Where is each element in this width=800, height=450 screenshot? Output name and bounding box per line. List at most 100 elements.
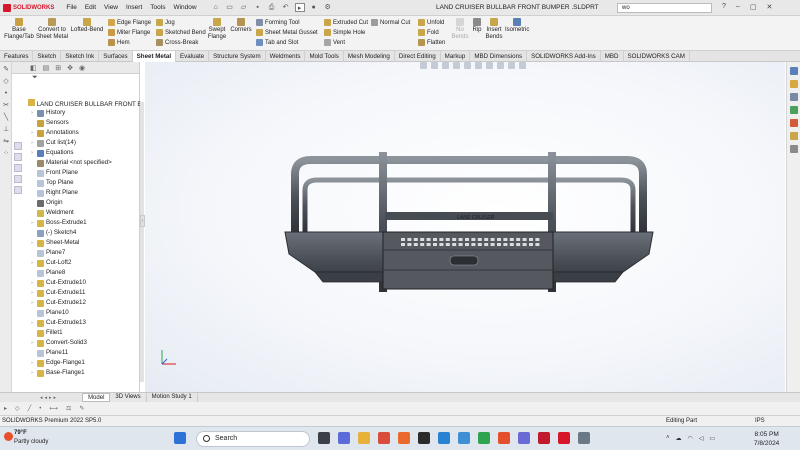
tree-node[interactable]: › Convert-Solid3 xyxy=(29,338,139,348)
view-palette-icon[interactable] xyxy=(790,106,798,114)
tab-structure-system[interactable]: Structure System xyxy=(209,51,266,62)
tree-node[interactable]: › Boss-Extrude1 xyxy=(29,218,139,228)
part-root-node[interactable]: LAND CRUISER BULLBAR FRONT B xyxy=(28,99,142,108)
design-library-icon[interactable] xyxy=(790,80,798,88)
weather-icon[interactable] xyxy=(4,432,13,441)
cloud-icon[interactable]: ☁ xyxy=(676,435,682,442)
orient-icon[interactable] xyxy=(14,142,22,150)
extruded-cut-button[interactable]: Extruded Cut xyxy=(324,19,368,26)
windows-start-icon[interactable] xyxy=(174,432,186,444)
mirror-icon[interactable]: ⇋ xyxy=(2,138,10,146)
previous-view-icon[interactable] xyxy=(442,62,449,69)
expand-arrow-icon[interactable]: › xyxy=(29,298,35,308)
configuration-manager-icon[interactable]: ⊞ xyxy=(55,64,61,72)
filter-icon[interactable]: ⏷ xyxy=(12,74,139,84)
filter-vertices-icon[interactable]: • xyxy=(39,406,41,412)
solidworks-taskbar-icon[interactable] xyxy=(558,432,570,444)
tree-node[interactable]: › Sheet-Metal xyxy=(29,238,139,248)
pattern-icon[interactable]: ⁘ xyxy=(2,150,10,158)
forming-tool-button[interactable]: Forming Tool xyxy=(256,19,300,26)
dimxpert-icon[interactable]: ✥ xyxy=(67,64,73,72)
undo-icon[interactable]: ↶ xyxy=(281,3,291,12)
print-icon[interactable]: ⎙ xyxy=(267,3,277,12)
unfold-button[interactable]: Unfold xyxy=(418,19,444,26)
units-selector[interactable]: IPS xyxy=(755,416,765,426)
section-view-icon[interactable] xyxy=(14,164,22,172)
convert-to-sheet-metal-button[interactable]: Convert to Sheet Metal xyxy=(35,18,69,41)
options-icon[interactable]: ⚙ xyxy=(323,3,333,12)
menu-edit[interactable]: Edit xyxy=(85,4,96,11)
tree-node[interactable]: Front Plane xyxy=(29,168,139,178)
tree-node[interactable]: (-) Sketch4 xyxy=(29,228,139,238)
tab-and-slot-button[interactable]: Tab and Slot xyxy=(256,39,298,46)
expand-arrow-icon[interactable]: › xyxy=(29,358,35,368)
autodesk-icon[interactable] xyxy=(538,432,550,444)
edit-appearance-icon[interactable] xyxy=(497,62,504,69)
select-arrow-icon[interactable]: ▸ xyxy=(4,405,7,412)
tab-3d-views[interactable]: 3D Views xyxy=(110,393,147,402)
tab-solidworks-add-ins[interactable]: SOLIDWORKS Add-Ins xyxy=(527,51,601,62)
filter-edges-icon[interactable]: ╱ xyxy=(28,405,32,412)
restore-icon[interactable]: ▢ xyxy=(750,3,757,11)
wifi-icon[interactable]: ◠ xyxy=(688,435,693,442)
feature-tree-icon[interactable]: ◧ xyxy=(30,64,37,72)
property-manager-icon[interactable]: ▤ xyxy=(43,64,50,72)
tree-node[interactable]: › Cut list(14) xyxy=(29,138,139,148)
display-manager-icon[interactable]: ◉ xyxy=(79,64,85,72)
tree-node[interactable]: Plane7 xyxy=(29,248,139,258)
mass-props-icon[interactable]: ⚖ xyxy=(66,405,71,412)
custom-properties-icon[interactable] xyxy=(790,132,798,140)
no-bends-button[interactable]: No Bends xyxy=(450,18,470,41)
corners-button[interactable]: Corners xyxy=(230,18,252,34)
tree-node[interactable]: Right Plane xyxy=(29,188,139,198)
office-icon[interactable] xyxy=(378,432,390,444)
measure-icon[interactable]: ⟷ xyxy=(49,405,58,412)
expand-arrow-icon[interactable]: › xyxy=(29,318,35,328)
menu-insert[interactable]: Insert xyxy=(126,4,142,11)
battery-icon[interactable]: ▭ xyxy=(709,435,715,442)
expand-arrow-icon[interactable]: › xyxy=(29,238,35,248)
expand-arrow-icon[interactable]: › xyxy=(29,288,35,298)
scene-icon[interactable] xyxy=(14,186,22,194)
open-icon[interactable]: ▱ xyxy=(239,3,249,12)
tab-sketch-ink[interactable]: Sketch Ink xyxy=(61,51,100,62)
clock[interactable]: 8:05 PM 7/8/2024 xyxy=(754,430,779,448)
volume-icon[interactable]: ◁ xyxy=(699,435,704,442)
tree-node[interactable]: › Cut-Loft2 xyxy=(29,258,139,268)
vent-button[interactable]: Vent xyxy=(324,39,345,46)
camera-app-icon[interactable] xyxy=(578,432,590,444)
expand-arrow-icon[interactable]: › xyxy=(29,278,35,288)
tab-markup[interactable]: Markup xyxy=(441,51,471,62)
show-hidden-icons-icon[interactable]: ˄ xyxy=(666,435,670,442)
relations-icon[interactable]: ⊥ xyxy=(2,126,10,134)
expand-arrow-icon[interactable]: › xyxy=(29,258,35,268)
tab-surfaces[interactable]: Surfaces xyxy=(99,51,133,62)
jog-button[interactable]: Jog xyxy=(156,19,175,26)
menu-window[interactable]: Window xyxy=(173,4,196,11)
line-icon[interactable]: ╲ xyxy=(2,114,10,122)
tree-node[interactable]: › Equations xyxy=(29,148,139,158)
edge-icon[interactable] xyxy=(438,432,450,444)
taskbar-search[interactable]: Search xyxy=(196,431,310,447)
expand-arrow-icon[interactable]: › xyxy=(29,338,35,348)
view-orientation-icon[interactable] xyxy=(464,62,471,69)
tab-nav-arrows[interactable]: ◂ ◂ ▸ ▸ xyxy=(40,395,56,401)
zoom-to-fit-icon[interactable] xyxy=(420,62,427,69)
edge-flange-button[interactable]: Edge Flange xyxy=(108,19,151,26)
graphics-area[interactable]: LAND CRUISER xyxy=(145,62,785,392)
miter-flange-button[interactable]: Miter Flange xyxy=(108,29,150,36)
smart-dimension-icon[interactable]: ◇ xyxy=(2,78,10,86)
tab-mbd-dimensions[interactable]: MBD Dimensions xyxy=(470,51,528,62)
appearance-icon[interactable] xyxy=(14,175,22,183)
teams-icon[interactable] xyxy=(338,432,350,444)
simple-hole-button[interactable]: Simple Hole xyxy=(324,29,365,36)
sketch-tools-icon[interactable]: ✎ xyxy=(79,405,84,412)
save-icon[interactable]: ▪ xyxy=(253,3,263,12)
tab-model[interactable]: Model xyxy=(82,393,111,402)
flatten-button[interactable]: Flatten xyxy=(418,39,445,46)
tree-node[interactable]: › Base-Flange1 xyxy=(29,368,139,378)
zoom-area-icon[interactable] xyxy=(431,62,438,69)
display-style-hud-icon[interactable] xyxy=(475,62,482,69)
new-document-icon[interactable]: ▭ xyxy=(225,3,235,12)
file-explorer-taskbar-icon[interactable] xyxy=(358,432,370,444)
